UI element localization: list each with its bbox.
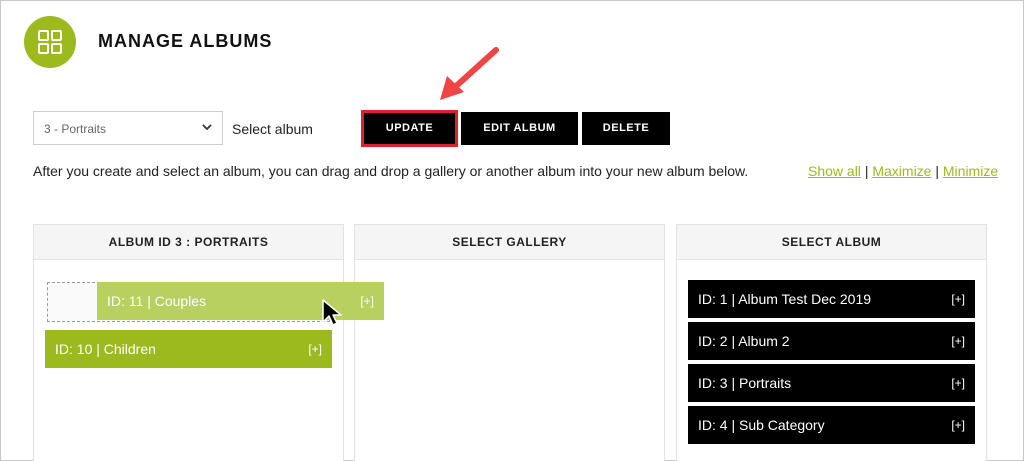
grid-icon [24,16,76,68]
select-album-panel-title: SELECT ALBUM [677,225,986,260]
gallery-panel[interactable]: SELECT GALLERY [354,224,665,461]
page-title: MANAGE ALBUMS [98,31,273,51]
album-list-item-label: ID: 3 | Portraits [698,375,792,391]
gallery-panel-title: SELECT GALLERY [355,225,664,260]
album-item[interactable]: ID: 10 | Children [+] [45,330,332,368]
link-separator: | [935,163,939,179]
add-button[interactable]: [+] [951,406,965,444]
instructions-text: After you create and select an album, yo… [33,163,749,179]
add-button[interactable]: [+] [951,280,965,318]
album-select[interactable]: 3 - Portraits [33,111,223,145]
album-list-item-label: ID: 1 | Album Test Dec 2019 [698,291,872,307]
chevron-down-icon [202,124,212,131]
update-button[interactable]: UPDATE [361,110,458,147]
album-list-item[interactable]: ID: 3 | Portraits [+] [688,364,975,402]
mouse-cursor-icon [322,299,342,326]
link-separator: | [864,163,869,179]
add-button[interactable]: [+] [308,330,322,368]
album-list-item-label: ID: 4 | Sub Category [698,417,825,433]
delete-button[interactable]: DELETE [582,112,670,145]
edit-album-button[interactable]: EDIT ALBUM [461,112,578,145]
pointer-arrow-icon [440,47,499,100]
album-list-item[interactable]: ID: 2 | Album 2 [+] [688,322,975,360]
album-panel-title: ALBUM ID 3 : PORTRAITS [34,225,343,260]
album-list-item[interactable]: ID: 1 | Album Test Dec 2019 [+] [688,280,975,318]
view-links: Show all | Maximize | Minimize [808,163,998,179]
album-select-label: Select album [232,121,313,137]
add-button[interactable]: [+] [360,282,374,320]
dragging-album-label: ID: 11 | Couples [107,293,207,309]
album-list-item-label: ID: 2 | Album 2 [698,333,790,349]
show-all-link[interactable]: Show all [808,163,861,179]
album-select-value: 3 - Portraits [44,122,107,136]
album-item-label: ID: 10 | Children [55,341,156,357]
add-button[interactable]: [+] [951,322,965,360]
maximize-link[interactable]: Maximize [872,163,931,179]
album-list-item[interactable]: ID: 4 | Sub Category [+] [688,406,975,444]
minimize-link[interactable]: Minimize [943,163,998,179]
add-button[interactable]: [+] [951,364,965,402]
